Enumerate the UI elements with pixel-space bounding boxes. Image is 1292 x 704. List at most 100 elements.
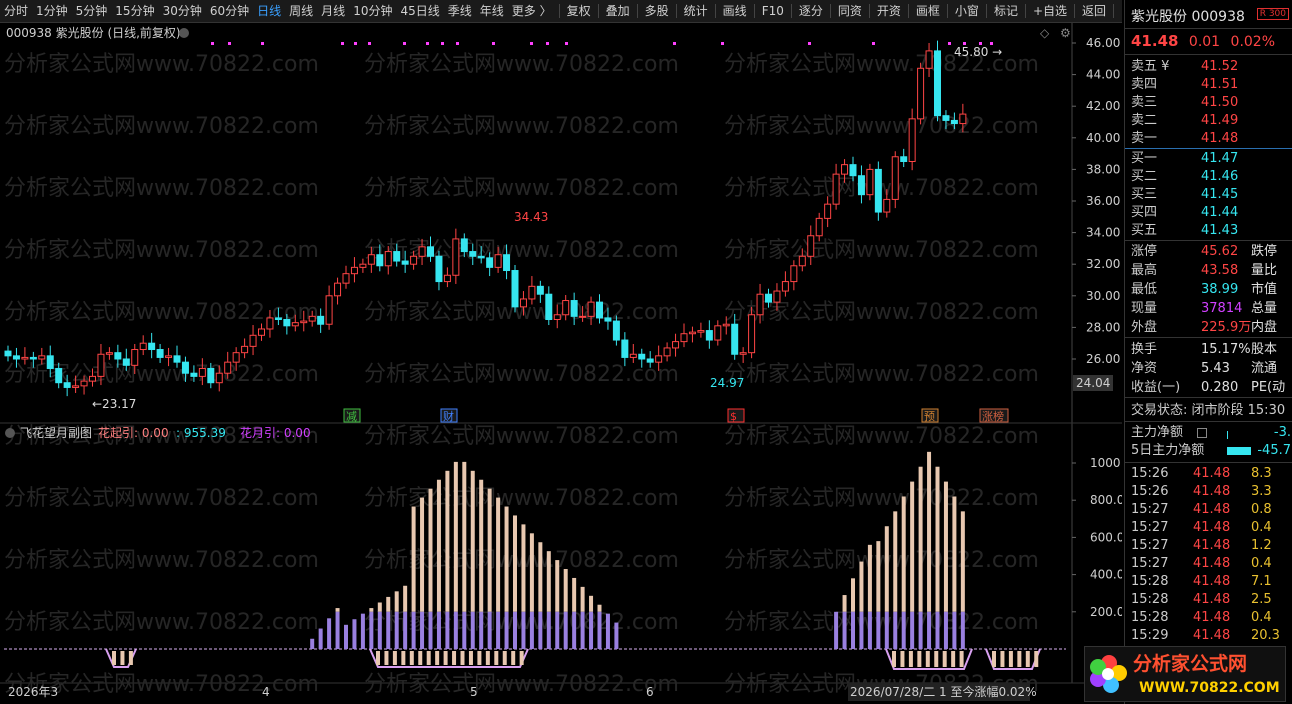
- period-tab-12[interactable]: 年线: [476, 0, 508, 22]
- flower-bar: [462, 461, 467, 612]
- period-toolbar: 分时 1分钟 5分钟 15分钟 30分钟 60分钟 日线 周线 月线 10分钟 45日线 季线 年线 更多…: [0, 0, 1122, 23]
- price-tick: 26.00: [1086, 352, 1120, 366]
- flower-bar: [943, 481, 948, 612]
- tool-button-2[interactable]: 多股: [641, 0, 673, 22]
- period-tab-9[interactable]: 10分钟: [349, 0, 396, 22]
- chart-menu-icon[interactable]: [179, 28, 189, 38]
- price-tick: 36.00: [1086, 194, 1120, 208]
- moon-bar: [513, 611, 517, 649]
- event-marker[interactable]: 减: [346, 410, 357, 423]
- event-marker[interactable]: 预: [924, 410, 935, 423]
- flower-bar: [394, 591, 399, 612]
- tool-button-3[interactable]: 统计: [680, 0, 712, 22]
- stat-row: 现量 37814 总量: [1131, 301, 1278, 316]
- moon-bar: [851, 611, 855, 649]
- candle: [917, 62, 925, 125]
- period-tab-1[interactable]: 1分钟: [32, 0, 72, 22]
- tool-button-10[interactable]: 小窗: [951, 0, 983, 22]
- tool-button-6[interactable]: 逐分: [795, 0, 827, 22]
- sub-axis-tick: 1000: [1090, 456, 1121, 470]
- period-tab-11[interactable]: 季线: [444, 0, 476, 22]
- period-tab-7[interactable]: 周线: [285, 0, 317, 22]
- watermark: 分析家公式网www.70822.com: [724, 548, 1039, 573]
- moon-bar: [445, 611, 450, 649]
- tool-button-12[interactable]: +自选: [1029, 0, 1071, 22]
- period-tab-6[interactable]: 日线: [253, 0, 285, 22]
- tick-row: 15:27 41.48 1.2: [1131, 538, 1272, 553]
- tool-button-9[interactable]: 画框: [912, 0, 944, 22]
- event-marker[interactable]: 涨榜: [982, 409, 1004, 423]
- watermark: 分析家公式网www.70822.com: [724, 424, 1039, 449]
- watermark: 分析家公式网www.70822.com: [724, 238, 1039, 263]
- diamond-icon[interactable]: ◇: [1040, 26, 1050, 40]
- date-tick: 2026年3: [8, 685, 58, 699]
- sub-axis-tick: 800.0: [1090, 493, 1122, 507]
- stat2-row: 净资 5.43 流通: [1131, 361, 1278, 376]
- tool-button-13[interactable]: 返回: [1078, 0, 1110, 22]
- bid-row: 买四 41.44: [1131, 205, 1239, 220]
- watermark: 分析家公式网www.70822.com: [4, 486, 319, 511]
- watermark: 分析家公式网www.70822.com: [4, 52, 319, 77]
- candle: [874, 161, 882, 221]
- flower-bar: [335, 608, 340, 612]
- flower-bar: [859, 561, 864, 612]
- moon-bar: [859, 611, 864, 649]
- event-marker[interactable]: 财: [443, 409, 454, 423]
- tool-button-5[interactable]: F10: [758, 0, 788, 22]
- event-marker[interactable]: $: [730, 410, 737, 423]
- flower-bar: [876, 541, 881, 612]
- moon-bar: [344, 624, 348, 649]
- moon-bar: [893, 611, 898, 649]
- high-annotation: 45.80 →: [954, 45, 1002, 59]
- period-tab-13[interactable]: 更多 〉: [508, 0, 556, 22]
- period-tab-10[interactable]: 45日线: [396, 0, 443, 22]
- tick-row: 15:27 41.48 0.4: [1131, 520, 1272, 535]
- watermark: 分析家公式网www.70822.com: [364, 114, 679, 139]
- moon-bar: [555, 611, 560, 649]
- period-tab-2[interactable]: 5分钟: [72, 0, 112, 22]
- sub-axis-tick: 400.0: [1090, 568, 1122, 582]
- moon-bar: [521, 611, 526, 649]
- flower-bar: [952, 496, 957, 612]
- candle: [891, 151, 899, 209]
- flower-bar: [546, 551, 551, 612]
- watermark: 分析家公式网www.70822.com: [364, 362, 679, 387]
- flower-bar: [918, 466, 923, 612]
- moon-bar: [436, 611, 441, 649]
- moon-bar: [352, 619, 357, 649]
- watermark: 分析家公式网www.70822.com: [4, 610, 319, 635]
- tool-button-8[interactable]: 开资: [873, 0, 905, 22]
- tool-button-1[interactable]: 叠加: [602, 0, 634, 22]
- period-tab-5[interactable]: 60分钟: [206, 0, 253, 22]
- stat-row: 涨停 45.62 跌停: [1131, 244, 1278, 259]
- period-tab-8[interactable]: 月线: [317, 0, 349, 22]
- price-tick: 44.00: [1086, 68, 1120, 82]
- flower-bar: [580, 586, 585, 612]
- subchart-menu-icon[interactable]: [5, 428, 15, 438]
- settings-gear-icon[interactable]: ⚙: [1060, 26, 1071, 40]
- moon-bar: [496, 611, 501, 649]
- tool-button-0[interactable]: 复权: [563, 0, 595, 22]
- moon-bar: [597, 611, 602, 649]
- flower-bar: [572, 577, 577, 612]
- sub-axis-tick: 600.0: [1090, 530, 1122, 544]
- tool-button-11[interactable]: 标记: [990, 0, 1022, 22]
- moon-bar: [462, 611, 467, 649]
- tool-button-4[interactable]: 画线: [719, 0, 751, 22]
- kline-chart[interactable]: 分析家公式网www.70822.com 分析家公式网www.70822.com 分析…: [0, 23, 1122, 704]
- period-tab-3[interactable]: 15分钟: [111, 0, 158, 22]
- moon-bar: [327, 618, 332, 649]
- watermark: 分析家公式网www.70822.com: [4, 176, 319, 201]
- moon-bar: [960, 611, 965, 649]
- period-tab-0[interactable]: 分时: [0, 0, 32, 22]
- watermark: 分析家公式网www.70822.com: [4, 114, 319, 139]
- flower-bar: [960, 511, 965, 612]
- date-tick: 6: [646, 685, 654, 699]
- current-price: 41.48 0.01 0.02%: [1131, 32, 1276, 50]
- quote-panel: 紫光股份 000938 R 300 41.48 0.01 0.02% 卖五 ¥4…: [1124, 0, 1292, 704]
- tool-button-7[interactable]: 同资: [834, 0, 866, 22]
- period-tab-4[interactable]: 30分钟: [159, 0, 206, 22]
- date-status: 2026/07/28/二 1 至今涨幅0.02%: [850, 684, 1037, 699]
- tick-row: 15:28 41.48 7.1: [1131, 574, 1272, 589]
- flower-bar: [521, 524, 526, 612]
